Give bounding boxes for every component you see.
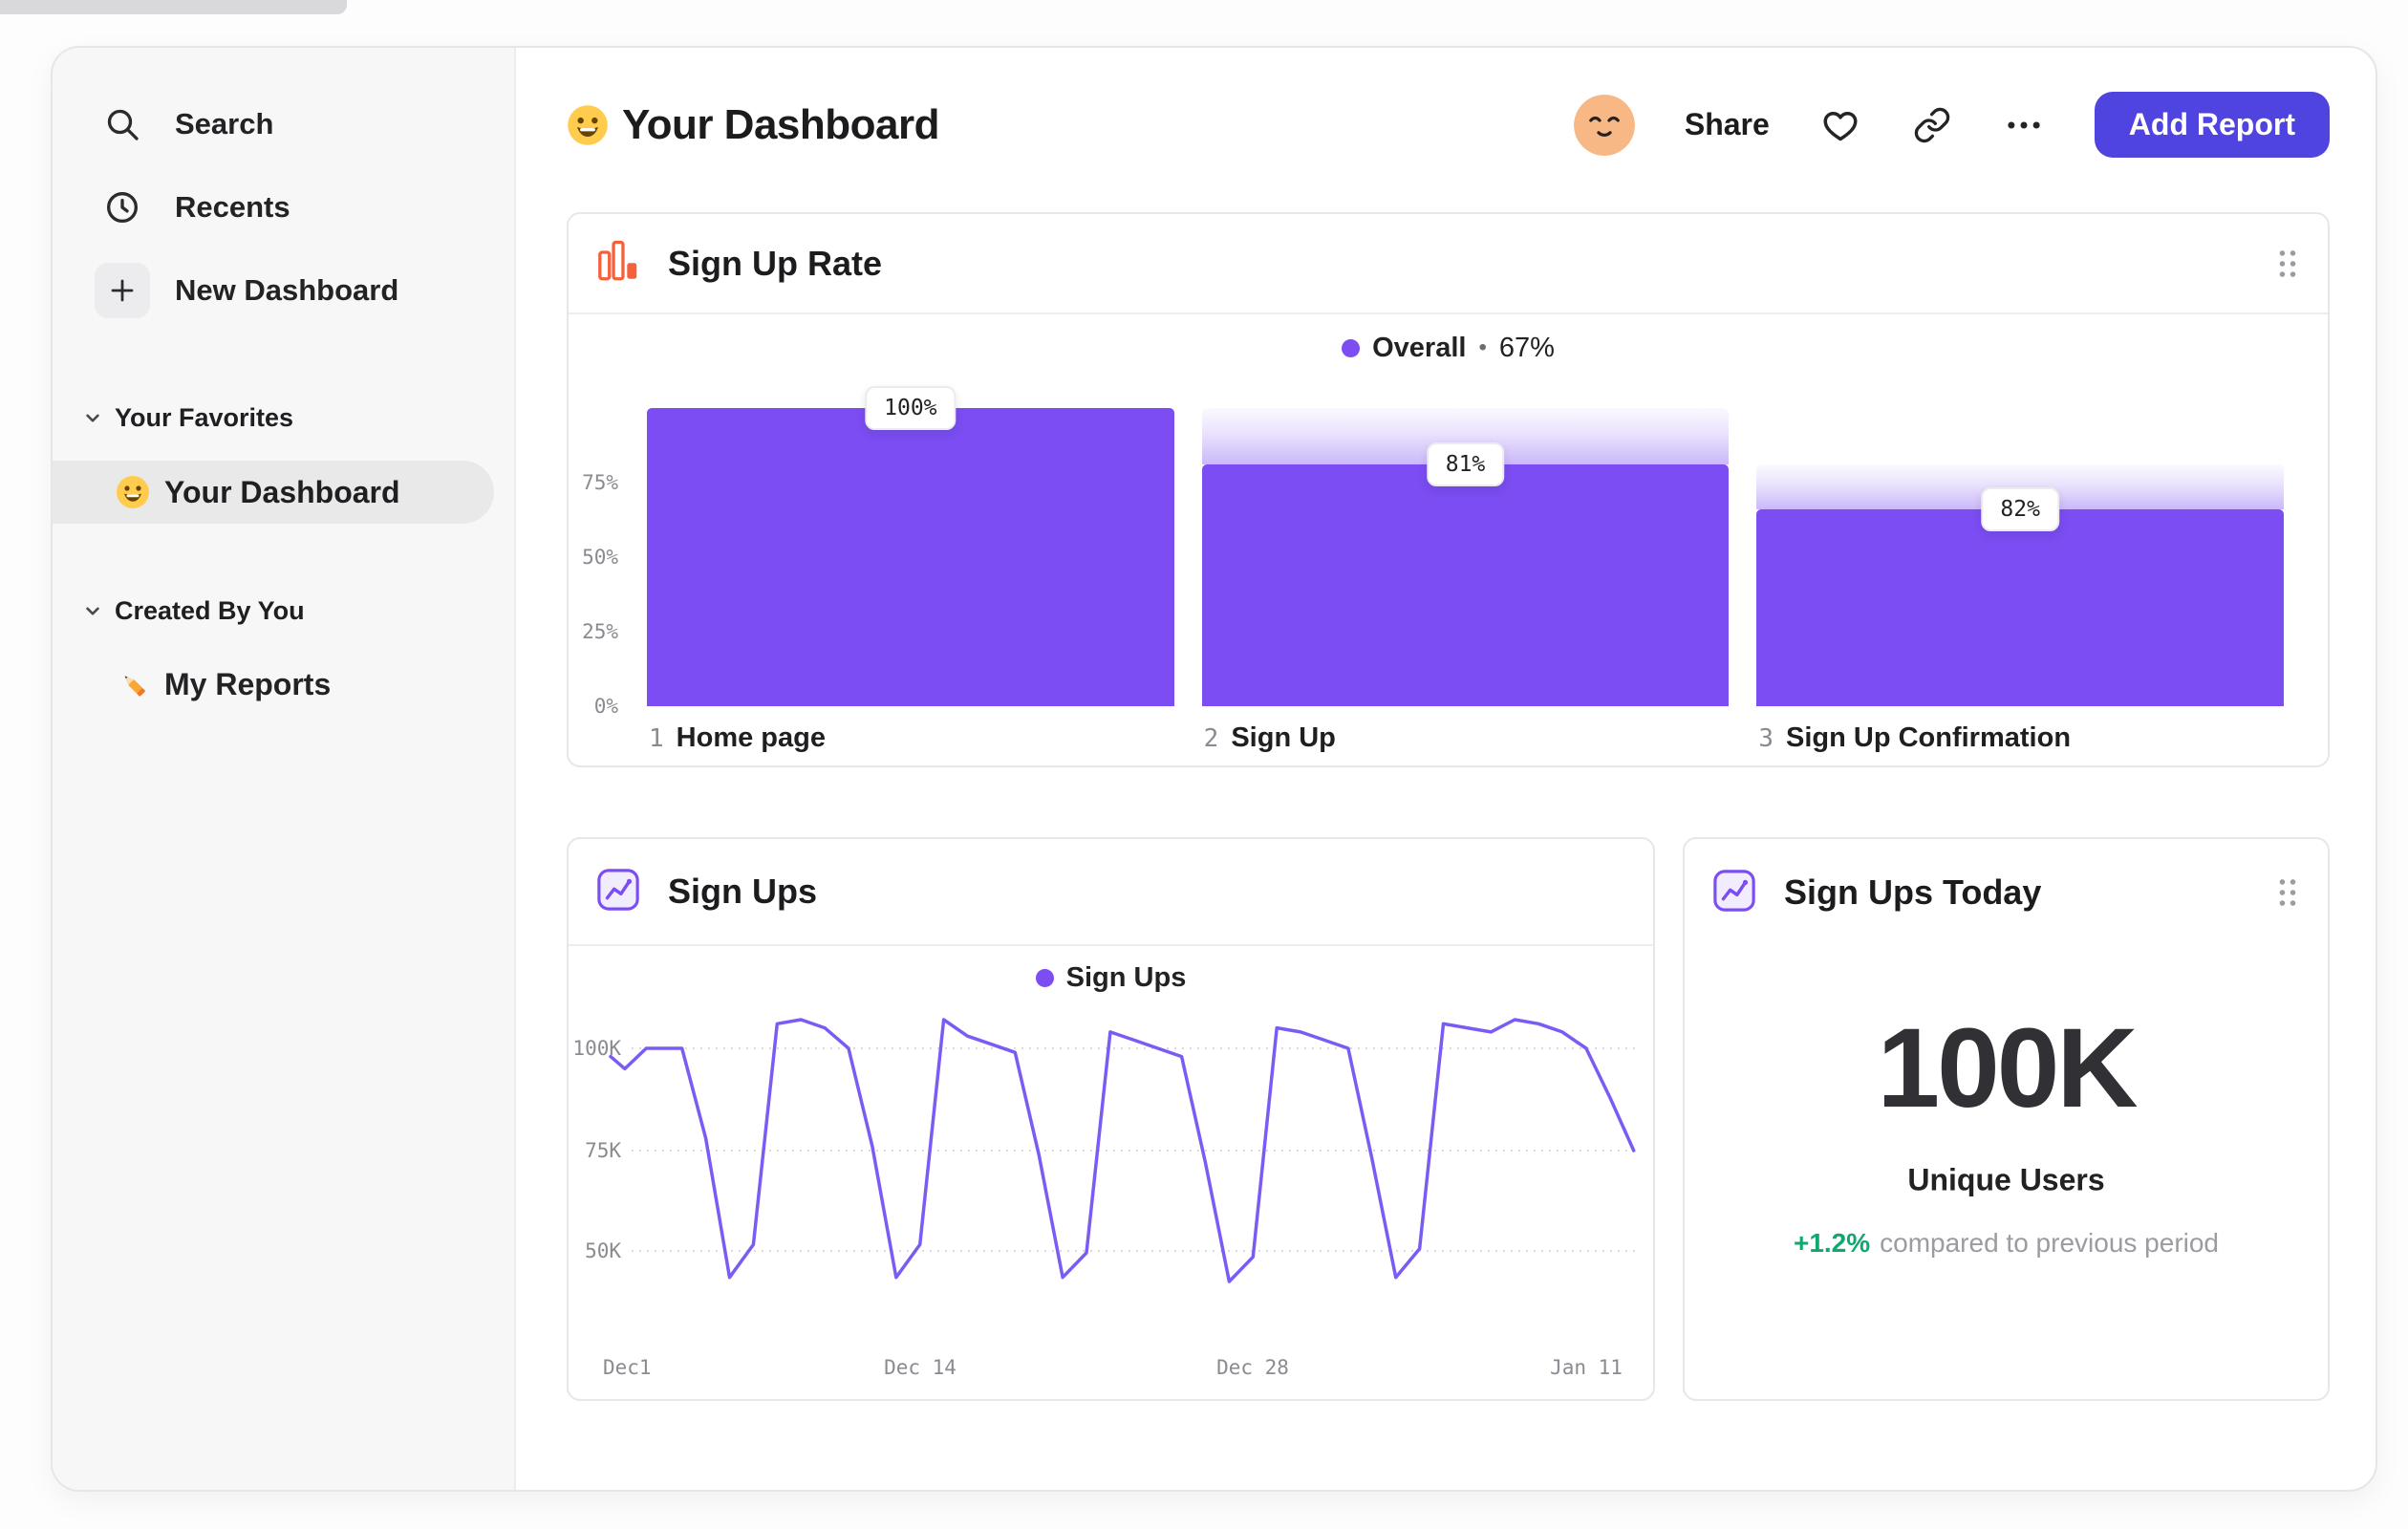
cards-row: Sign Ups Sign Ups 100K 75K 50K Dec1 Dec … [567, 837, 2330, 1401]
plus-icon [95, 262, 150, 318]
sidebar-item-label: New Dashboard [175, 272, 399, 307]
favorite-heart-icon[interactable] [1819, 104, 1861, 146]
main-content: Your Dashboard Share Add Report Sign Up … [516, 48, 2376, 1490]
funnel-legend: Overall • 67% [569, 316, 2328, 379]
sidebar-item-new-dashboard[interactable]: New Dashboard [53, 248, 514, 332]
smiley-emoji-icon [116, 475, 150, 509]
funnel-step-label: 1 Home page [649, 722, 826, 753]
delta-percent: +1.2% [1793, 1228, 1871, 1258]
funnel-chart-icon [596, 238, 640, 289]
card-header: Sign Ups Today [1685, 839, 2328, 946]
sign-up-rate-card: Sign Up Rate Overall • 67% 75% 50% 25% 0… [567, 212, 2330, 767]
overall-conversion-value: 67% [1498, 332, 1555, 363]
sign-ups-card: Sign Ups Sign Ups 100K 75K 50K Dec1 Dec … [567, 837, 1655, 1401]
section-header-your-favorites[interactable]: Your Favorites [53, 389, 514, 446]
sidebar-item-label: Recents [175, 189, 290, 224]
chevron-down-icon [80, 598, 105, 623]
sidebar-item-my-reports[interactable]: My Reports [53, 653, 514, 716]
more-options-icon[interactable] [2003, 104, 2045, 146]
sidebar-item-label: My Reports [164, 666, 332, 701]
sidebar-item-recents[interactable]: Recents [53, 165, 514, 248]
user-avatar[interactable] [1573, 94, 1635, 156]
dashboard-header: Your Dashboard Share Add Report [567, 92, 2330, 158]
section-header-created-by-you[interactable]: Created By You [53, 582, 514, 639]
share-button[interactable]: Share [1685, 107, 1770, 142]
pencil-emoji-icon [116, 666, 152, 702]
metric-label: Unique Users [1907, 1162, 2105, 1197]
section-title: Your Favorites [115, 402, 294, 432]
funnel-bar-sign-up[interactable]: 81% 2 Sign Up [1201, 408, 1730, 753]
metric-delta: +1.2% compared to previous period [1685, 1228, 2328, 1259]
search-icon [95, 105, 150, 143]
conversion-chip: 81% [1426, 442, 1505, 487]
conversion-chip: 82% [1981, 487, 2059, 532]
line-chart-icon [1712, 869, 1756, 917]
sidebar-item-search[interactable]: Search [53, 82, 514, 165]
header-actions: Share Add Report [1573, 92, 2330, 158]
sign-ups-today-card: Sign Ups Today 100K Unique Users +1.2% co… [1683, 837, 2330, 1401]
funnel-bar-home-page[interactable]: 100% 1 Home page [647, 386, 1174, 753]
sidebar-item-label: Search [175, 106, 274, 140]
card-title: Sign Ups Today [1784, 872, 2042, 912]
page-title: Your Dashboard [622, 100, 940, 148]
sidebar-item-label: Your Dashboard [164, 474, 400, 509]
funnel-plot: 75% 50% 25% 0% 100% 1 Home page 81% 2 Si… [569, 386, 2285, 753]
funnel-bar-sign-up-confirmation[interactable]: 82% 3 Sign Up Confirmation [1756, 408, 2285, 753]
drag-handle-icon[interactable] [2275, 247, 2300, 281]
funnel-bars: 100% 1 Home page 81% 2 Sign Up 82% 3 Sig… [647, 386, 2285, 753]
conversion-chip: 100% [865, 386, 957, 430]
funnel-step-label: 3 Sign Up Confirmation [1758, 722, 2072, 753]
copy-link-icon[interactable] [1911, 104, 1953, 146]
funnel-step-label: 2 Sign Up [1203, 722, 1336, 753]
section-title: Created By You [115, 595, 305, 625]
smiley-emoji-icon [567, 104, 609, 146]
funnel-bar [647, 408, 1174, 706]
funnel-bar [1756, 509, 2285, 706]
legend-dot [1342, 338, 1361, 357]
card-title: Sign Up Rate [668, 243, 883, 283]
signups-line-chart [609, 1018, 1640, 1283]
app-window: Search Recents New Dashboard Your Favori… [51, 46, 2377, 1492]
drag-handle-icon[interactable] [2275, 875, 2300, 910]
chevron-down-icon [80, 405, 105, 430]
sidebar: Search Recents New Dashboard Your Favori… [53, 48, 516, 1490]
clock-icon [95, 188, 150, 226]
window-artifact [0, 0, 347, 14]
sidebar-item-your-dashboard[interactable]: Your Dashboard [53, 461, 494, 524]
funnel-bar [1201, 464, 1730, 706]
add-report-button[interactable]: Add Report [2094, 92, 2330, 158]
funnel-y-axis: 75% 50% 25% 0% [582, 471, 618, 718]
delta-caption: compared to previous period [1880, 1228, 2220, 1258]
card-header: Sign Up Rate [569, 214, 2328, 314]
metric-value: 100K [1877, 1005, 2138, 1131]
